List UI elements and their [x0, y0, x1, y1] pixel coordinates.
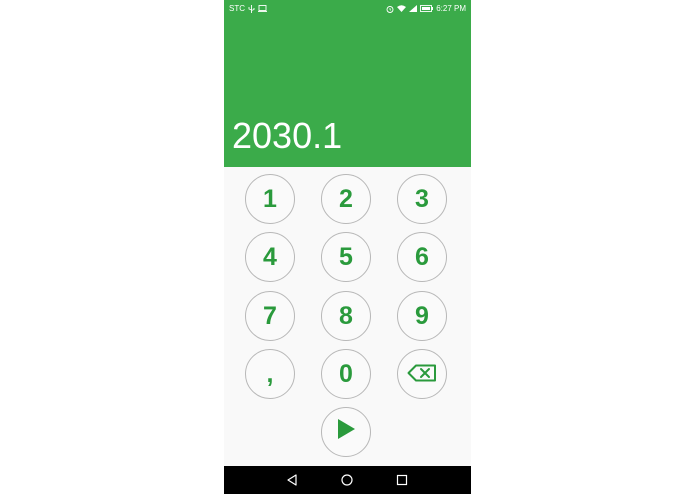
- display-header: STC 6:27 PM 2030.1: [224, 0, 471, 167]
- status-right: 6:27 PM: [386, 4, 466, 13]
- key-3[interactable]: 3: [397, 174, 447, 224]
- key-1[interactable]: 1: [245, 174, 295, 224]
- status-left: STC: [229, 4, 267, 13]
- key-0[interactable]: 0: [321, 349, 371, 399]
- battery-icon: [420, 5, 434, 12]
- usb-icon: [248, 4, 255, 13]
- backspace-icon: [407, 360, 437, 389]
- status-time: 6:27 PM: [436, 4, 466, 13]
- alarm-icon: [386, 5, 394, 13]
- carrier-label: STC: [229, 4, 245, 13]
- key-6[interactable]: 6: [397, 232, 447, 282]
- back-icon[interactable]: [285, 473, 299, 487]
- cell-signal-icon: [409, 5, 418, 12]
- wifi-icon: [397, 5, 407, 12]
- key-5[interactable]: 5: [321, 232, 371, 282]
- backspace-button[interactable]: [397, 349, 447, 399]
- home-icon[interactable]: [340, 473, 354, 487]
- key-9[interactable]: 9: [397, 291, 447, 341]
- key-4[interactable]: 4: [245, 232, 295, 282]
- submit-button[interactable]: [321, 407, 371, 457]
- keypad: 1 2 3 4 5 6 7 8 9 , 0: [224, 167, 471, 466]
- screen-cast-icon: [258, 5, 267, 12]
- phone-screen: STC 6:27 PM 2030.1 1 2 3 4 5 6 7 8 9 , 0: [224, 0, 471, 494]
- navigation-bar: [224, 466, 471, 494]
- key-7[interactable]: 7: [245, 291, 295, 341]
- display-value: 2030.1: [232, 115, 343, 156]
- recent-apps-icon[interactable]: [395, 473, 409, 487]
- key-2[interactable]: 2: [321, 174, 371, 224]
- key-comma[interactable]: ,: [245, 349, 295, 399]
- key-8[interactable]: 8: [321, 291, 371, 341]
- play-icon: [336, 418, 356, 447]
- status-bar: STC 6:27 PM: [224, 0, 471, 18]
